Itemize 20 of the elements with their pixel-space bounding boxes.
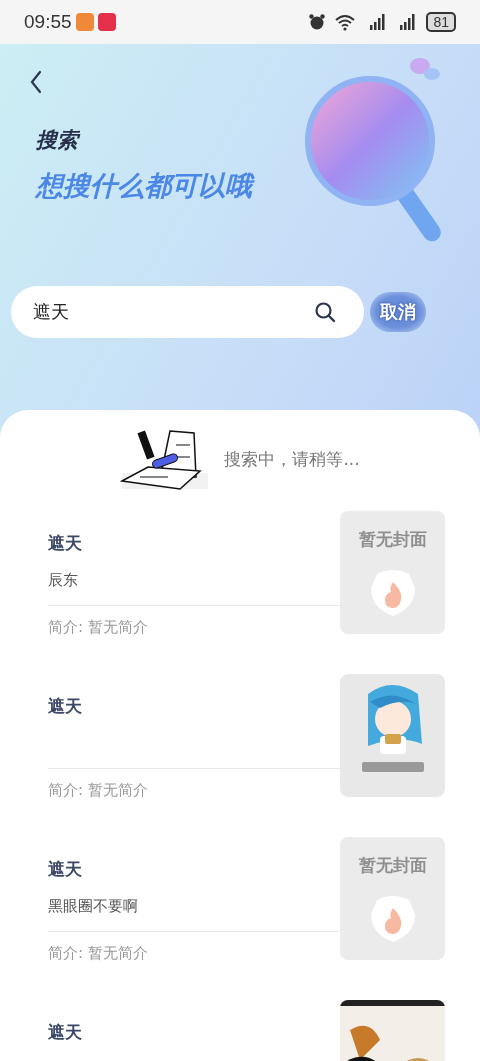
battery-indicator: 81 — [426, 12, 456, 32]
book-title[interactable]: 遮天 — [48, 531, 82, 555]
book-title[interactable]: 遮天 — [48, 1020, 82, 1044]
back-icon[interactable] — [29, 70, 43, 94]
search-icon[interactable] — [314, 301, 336, 323]
wifi-icon — [334, 13, 357, 31]
book-intro: 简介: 暂无简介 — [48, 944, 149, 963]
book-author: 黑眼圈不要啊 — [48, 896, 138, 916]
loading-message: 搜索中，请稍等... — [224, 447, 360, 471]
search-field[interactable]: 遮天 — [11, 286, 364, 338]
book-title[interactable]: 遮天 — [48, 694, 82, 718]
flame-icon — [368, 893, 417, 944]
book-intro: 简介: 暂无简介 — [48, 618, 149, 637]
flame-icon — [368, 567, 417, 618]
book-intro: 简介: 暂无简介 — [48, 781, 149, 800]
book-author: 辰东 — [48, 570, 78, 590]
page-title: 搜索 — [36, 126, 252, 154]
app-icon — [97, 13, 116, 31]
status-time: 09:55 — [24, 11, 72, 33]
book-title[interactable]: 遮天 — [48, 857, 82, 881]
